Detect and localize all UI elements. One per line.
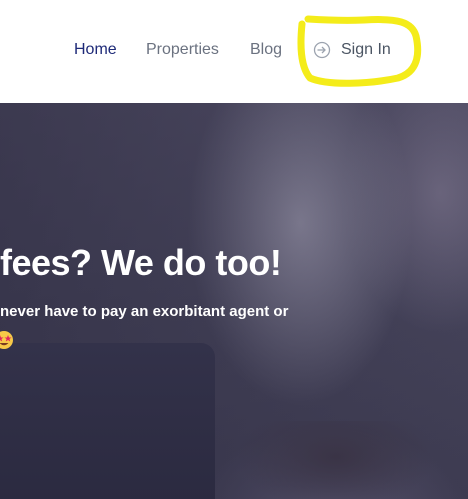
- star-eyes-emoji-icon: [0, 330, 14, 350]
- sign-in-button[interactable]: Sign In: [313, 41, 391, 59]
- nav-blog-link[interactable]: Blog: [250, 41, 282, 59]
- nav-properties-link[interactable]: Properties: [146, 41, 219, 59]
- nav-home-link[interactable]: Home: [74, 41, 117, 59]
- top-navbar: Home Properties Blog Sign In: [0, 0, 468, 103]
- sign-in-label: Sign In: [341, 41, 391, 58]
- hero-heading: fees? We do too!: [0, 242, 282, 283]
- hero-background-detail: [236, 421, 436, 499]
- hero-laptop-image: [0, 343, 215, 499]
- sign-in-arrow-icon: [313, 41, 331, 59]
- hero-subtext: never have to pay an exorbitant agent or: [0, 303, 289, 320]
- hero-section: fees? We do too! never have to pay an ex…: [0, 103, 468, 499]
